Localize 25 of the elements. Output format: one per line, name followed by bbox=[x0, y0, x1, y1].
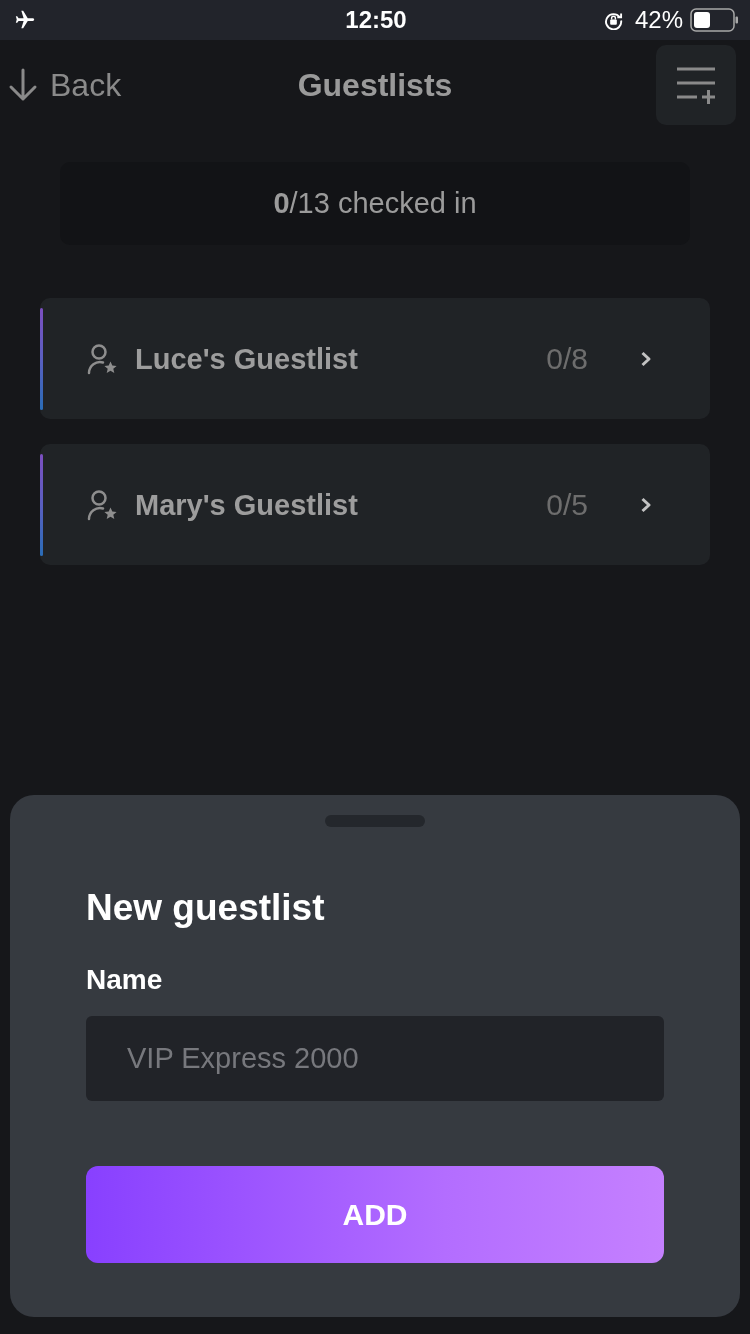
chevron-right-icon bbox=[640, 496, 652, 513]
guestlist-count: 0/5 bbox=[546, 486, 588, 523]
guestlist-card[interactable]: Mary's Guestlist 0/5 bbox=[40, 444, 710, 565]
guestlist-card[interactable]: Luce's Guestlist 0/8 bbox=[40, 298, 710, 419]
list-add-icon bbox=[676, 65, 716, 105]
rotation-lock-icon bbox=[603, 10, 623, 30]
guestlist-name: Luce's Guestlist bbox=[135, 341, 359, 377]
status-time: 12:50 bbox=[345, 6, 407, 34]
add-button[interactable]: ADD bbox=[86, 1166, 664, 1263]
sheet-title: New guestlist bbox=[86, 886, 326, 930]
airplane-icon bbox=[14, 9, 36, 31]
checked-in-summary: 0/13 checked in bbox=[60, 162, 690, 245]
add-list-button[interactable] bbox=[656, 45, 736, 125]
battery-percentage: 42% bbox=[634, 6, 683, 34]
guestlist-count: 0/8 bbox=[546, 340, 588, 377]
battery-icon bbox=[690, 8, 738, 32]
back-button[interactable]: Back bbox=[8, 66, 122, 104]
guestlist-name: Mary's Guestlist bbox=[135, 487, 359, 523]
page-title: Guestlists bbox=[297, 66, 453, 104]
name-input[interactable]: VIP Express 2000 bbox=[86, 1016, 664, 1101]
chevron-right-icon bbox=[640, 350, 652, 367]
field-label: Name bbox=[86, 963, 164, 997]
person-star-icon bbox=[86, 488, 118, 521]
person-star-icon bbox=[86, 342, 118, 375]
arrow-down-icon bbox=[8, 68, 38, 102]
